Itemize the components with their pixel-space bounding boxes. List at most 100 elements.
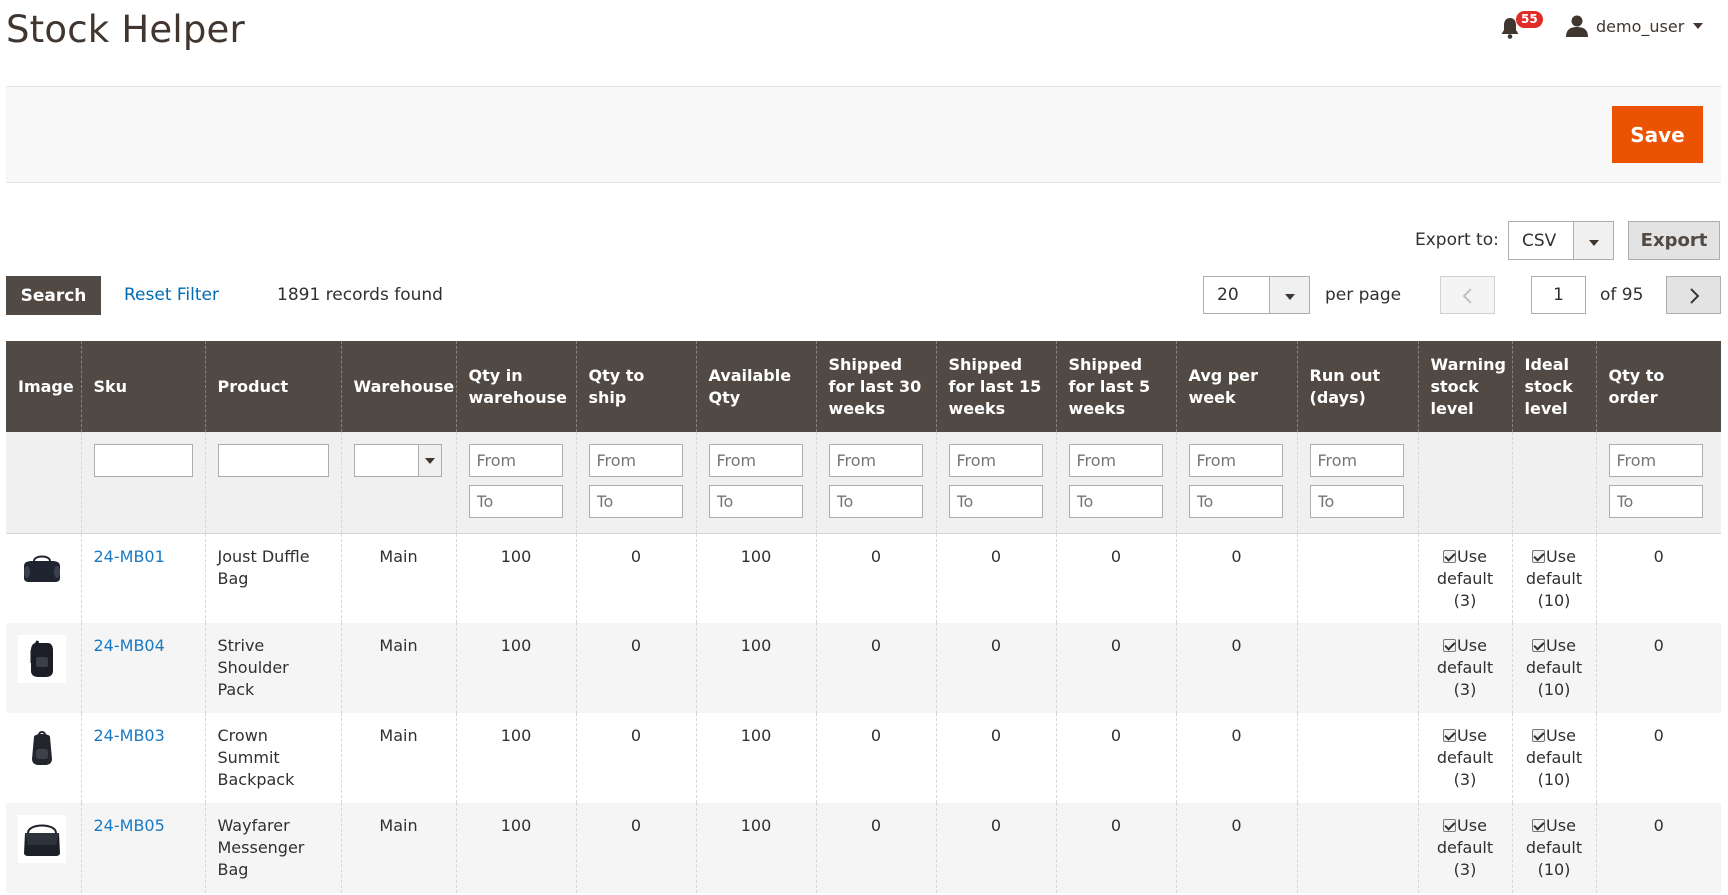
- qty-to-ship-cell: 0: [575, 533, 696, 623]
- export-format-select[interactable]: CSV: [1508, 221, 1614, 260]
- qty-in-warehouse-to-input[interactable]: [468, 485, 563, 518]
- column-header[interactable]: Available Qty: [695, 341, 816, 432]
- run-out-from-input[interactable]: [1309, 444, 1404, 477]
- per-page-select[interactable]: 20: [1203, 276, 1310, 314]
- run-out-cell: [1296, 533, 1418, 623]
- column-header[interactable]: Image: [6, 341, 81, 432]
- available-qty-to-input[interactable]: [708, 485, 803, 518]
- qty-to-order-cell: 0: [1595, 803, 1721, 893]
- qty-in-warehouse-from-input[interactable]: [468, 444, 563, 477]
- avg-per-week-cell: 0: [1175, 623, 1297, 713]
- qty-in-warehouse-cell: 100: [455, 623, 576, 713]
- shipped-15-cell: 0: [935, 713, 1056, 803]
- warehouse-cell: Main: [340, 533, 456, 623]
- ideal-use-default-checkbox[interactable]: [1532, 549, 1546, 563]
- column-header[interactable]: Avg per week: [1175, 341, 1297, 432]
- next-page-button[interactable]: [1666, 276, 1721, 314]
- records-found: 1891 records found: [277, 285, 443, 305]
- chevron-down-icon: [1693, 23, 1704, 29]
- user-account-menu[interactable]: demo_user: [1566, 12, 1704, 40]
- page-title: Stock Helper: [6, 8, 245, 51]
- column-header[interactable]: Product: [204, 341, 341, 432]
- run-out-to-input[interactable]: [1309, 485, 1404, 518]
- per-page-label: per page: [1325, 285, 1402, 305]
- warning-use-default-checkbox[interactable]: [1443, 819, 1457, 832]
- warehouse-cell: Main: [340, 803, 456, 893]
- available-qty-cell: 100: [695, 623, 816, 713]
- notification-count-badge: 55: [1516, 11, 1543, 28]
- column-header[interactable]: Qty to order: [1595, 341, 1721, 432]
- sku-filter-input[interactable]: [93, 444, 193, 477]
- ideal-use-default-checkbox[interactable]: [1532, 819, 1546, 832]
- table-row: 24-MB04 Strive Shoulder Pack Main 100 0 …: [6, 623, 1721, 713]
- search-button[interactable]: Search: [6, 276, 101, 315]
- column-header[interactable]: Sku: [80, 341, 205, 432]
- shipped-30-cell: 0: [815, 713, 936, 803]
- column-header[interactable]: Warehouse: [340, 341, 456, 432]
- notifications-button[interactable]: 55: [1496, 11, 1543, 40]
- column-header[interactable]: Qty in warehouse: [455, 341, 576, 432]
- shipped-30-cell: 0: [815, 623, 936, 713]
- avg-per-week-from-input[interactable]: [1188, 444, 1283, 477]
- shipped-30-cell: 0: [815, 533, 936, 623]
- column-header[interactable]: Warning stock level: [1417, 341, 1512, 432]
- sku-link[interactable]: 24-MB01: [94, 547, 165, 566]
- shipped-15-cell: 0: [935, 533, 1056, 623]
- previous-page-button[interactable]: [1440, 276, 1495, 314]
- save-button[interactable]: Save: [1612, 106, 1703, 163]
- avg-per-week-cell: 0: [1175, 533, 1297, 623]
- warehouse-filter-select[interactable]: [353, 444, 442, 477]
- table-row: 24-MB05 Wayfarer Messenger Bag Main 100 …: [6, 803, 1721, 893]
- qty-to-ship-to-input[interactable]: [588, 485, 683, 518]
- export-format-value: CSV: [1522, 230, 1557, 251]
- reset-filter-link[interactable]: Reset Filter: [124, 285, 219, 305]
- product-name: Strive Shoulder Pack: [204, 623, 341, 713]
- warehouse-cell: Main: [340, 623, 456, 713]
- column-header[interactable]: Shipped for last 15 weeks: [935, 341, 1056, 432]
- sku-link[interactable]: 24-MB04: [94, 636, 165, 655]
- shipped-5-to-input[interactable]: [1068, 485, 1163, 518]
- available-qty-from-input[interactable]: [708, 444, 803, 477]
- warning-use-default-checkbox[interactable]: [1443, 639, 1457, 652]
- shipped-5-from-input[interactable]: [1068, 444, 1163, 477]
- qty-to-order-cell: 0: [1595, 623, 1721, 713]
- avg-per-week-to-input[interactable]: [1188, 485, 1283, 518]
- qty-to-ship-cell: 0: [575, 623, 696, 713]
- available-qty-cell: 100: [695, 803, 816, 893]
- current-page-input[interactable]: [1531, 276, 1586, 314]
- chevron-down-icon: [1573, 222, 1613, 259]
- chevron-left-icon: [1462, 288, 1472, 304]
- qty-in-warehouse-cell: 100: [455, 533, 576, 623]
- table-row: 24-MB03 Crown Summit Backpack Main 100 0…: [6, 713, 1721, 803]
- ideal-use-default-checkbox[interactable]: [1532, 729, 1546, 742]
- shipped-30-from-input[interactable]: [828, 444, 923, 477]
- warning-use-default-checkbox[interactable]: [1443, 549, 1457, 563]
- qty-to-ship-cell: 0: [575, 803, 696, 893]
- qty-to-order-from-input[interactable]: [1608, 444, 1703, 477]
- column-header[interactable]: Ideal stock level: [1511, 341, 1596, 432]
- ideal-use-default-checkbox[interactable]: [1532, 639, 1546, 652]
- shipped-15-from-input[interactable]: [948, 444, 1043, 477]
- shipped-15-to-input[interactable]: [948, 485, 1043, 518]
- total-pages: of 95: [1600, 285, 1644, 305]
- chevron-right-icon: [1690, 288, 1700, 304]
- export-button[interactable]: Export: [1628, 221, 1720, 260]
- qty-to-ship-from-input[interactable]: [588, 444, 683, 477]
- page-actions-bar: Save: [6, 86, 1721, 183]
- shipped-15-cell: 0: [935, 623, 1056, 713]
- qty-to-order-to-input[interactable]: [1608, 485, 1703, 518]
- column-header[interactable]: Qty to ship: [575, 341, 696, 432]
- warning-use-default-checkbox[interactable]: [1443, 729, 1457, 742]
- column-header[interactable]: Shipped for last 5 weeks: [1055, 341, 1176, 432]
- run-out-cell: [1296, 623, 1418, 713]
- sku-link[interactable]: 24-MB05: [94, 816, 165, 835]
- sku-link[interactable]: 24-MB03: [94, 726, 165, 745]
- column-header[interactable]: Run out (days): [1296, 341, 1418, 432]
- table-row: 24-MB01 Joust Duffle Bag Main 100 0 100 …: [6, 533, 1721, 623]
- product-thumbnail-backpack: [18, 725, 66, 773]
- grid-header-row: Image Sku Product Warehouse Qty in wareh…: [6, 341, 1721, 432]
- column-header[interactable]: Shipped for last 30 weeks: [815, 341, 936, 432]
- user-name: demo_user: [1596, 16, 1685, 36]
- product-filter-input[interactable]: [217, 444, 329, 477]
- shipped-30-to-input[interactable]: [828, 485, 923, 518]
